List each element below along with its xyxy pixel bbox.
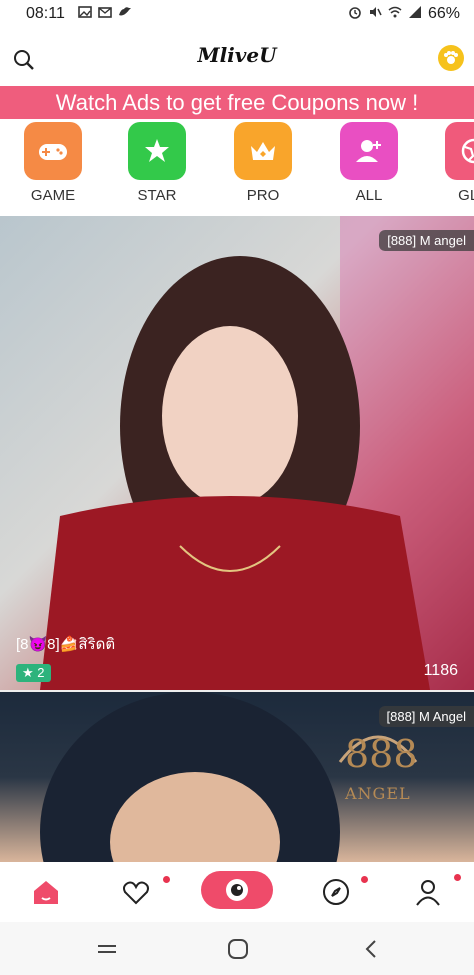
- category-global[interactable]: GLO: [434, 122, 474, 204]
- notification-dot: [163, 876, 170, 883]
- category-game[interactable]: GAME: [13, 122, 93, 204]
- bottom-navigation: [0, 862, 474, 922]
- profile-icon[interactable]: [412, 876, 444, 908]
- live-card[interactable]: [888] M angel [8😈8]🍰สิริดติ ★ 2 1186: [0, 216, 474, 690]
- status-bar: 08:11 66%: [0, 0, 474, 28]
- star-icon: [128, 122, 186, 180]
- category-label: GAME: [30, 187, 76, 204]
- status-time: 08:11: [26, 5, 65, 22]
- image-notification-icon: [78, 6, 92, 18]
- wifi-icon: [388, 6, 402, 18]
- group-tag: [888] M angel: [379, 230, 474, 251]
- app-header: MliveU: [0, 30, 474, 84]
- system-navigation-bar: [0, 922, 474, 975]
- category-label: PRO: [246, 187, 280, 204]
- category-all[interactable]: ALL: [329, 122, 409, 204]
- compass-icon[interactable]: [320, 876, 352, 908]
- angel-logo-text: ANGEL: [345, 784, 411, 803]
- system-status-icons: [348, 5, 422, 19]
- home-button-icon[interactable]: [226, 937, 250, 961]
- stream-thumbnail: [40, 216, 474, 690]
- battery-level: 66%: [427, 5, 460, 22]
- star-level-badge: ★ 2: [16, 664, 51, 682]
- category-label: STAR: [137, 187, 177, 204]
- category-star[interactable]: STAR: [117, 122, 197, 204]
- heart-icon[interactable]: [120, 876, 152, 908]
- gamepad-icon: [24, 122, 82, 180]
- mail-notification-icon: [98, 7, 112, 18]
- app-logo: MliveU: [197, 43, 277, 67]
- signal-icon: [409, 6, 421, 18]
- paw-icon: [444, 51, 458, 64]
- viewer-count: 1186: [423, 662, 458, 679]
- notification-icons: [78, 5, 132, 19]
- notification-dot: [361, 876, 368, 883]
- coupon-banner[interactable]: Watch Ads to get free Coupons now !: [0, 86, 474, 119]
- angel-logo-number: 888: [345, 732, 418, 776]
- coupon-button[interactable]: [438, 45, 464, 71]
- go-live-button[interactable]: [201, 871, 273, 909]
- notification-dot: [454, 874, 461, 881]
- eye-icon: [226, 879, 248, 901]
- globe-icon: [445, 122, 474, 180]
- category-pro[interactable]: PRO: [223, 122, 303, 204]
- alarm-icon: [349, 7, 361, 19]
- live-feed: [888] M angel [8😈8]🍰สิริดติ ★ 2 1186 [88…: [0, 216, 474, 862]
- streamer-name: [8😈8]🍰สิริดติ: [16, 636, 116, 653]
- recent-apps-icon[interactable]: [95, 937, 119, 961]
- bird-notification-icon: [119, 7, 131, 16]
- home-icon[interactable]: [30, 876, 62, 908]
- category-label: ALL: [355, 187, 383, 204]
- live-card[interactable]: [888] M Angel 888 ANGEL: [0, 692, 474, 862]
- user-add-icon: [340, 122, 398, 180]
- back-icon[interactable]: [360, 937, 384, 961]
- category-label: GLO: [458, 187, 474, 204]
- crown-icon: [234, 122, 292, 180]
- group-tag: [888] M Angel: [378, 706, 474, 727]
- category-row: GAME STAR PRO ALL GLO: [0, 120, 474, 214]
- mute-icon: [370, 7, 382, 17]
